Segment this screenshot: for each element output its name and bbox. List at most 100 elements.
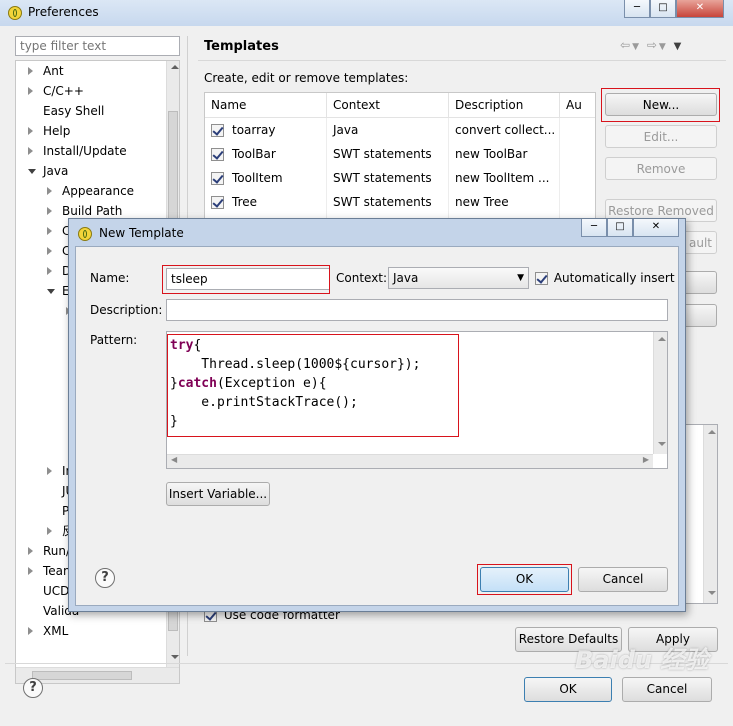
table-row[interactable]: ToolItem SWT statements new ToolItem ... [205, 166, 595, 190]
insert-variable-button[interactable]: Insert Variable... [166, 482, 270, 506]
pattern-vscrollbar[interactable] [653, 332, 667, 454]
preview-scroll-down[interactable] [708, 591, 716, 595]
row-context: SWT statements [326, 190, 449, 214]
row-enabled-checkbox[interactable] [211, 148, 224, 161]
preferences-ok-button[interactable]: OK [524, 677, 612, 702]
expand-closed-icon[interactable] [47, 187, 52, 195]
dialog-help-icon[interactable]: ? [95, 568, 115, 588]
forward-menu-icon[interactable]: ▼ [659, 42, 668, 52]
context-label: Context: [336, 271, 388, 285]
expand-closed-icon[interactable] [47, 247, 52, 255]
expand-closed-icon[interactable] [28, 87, 33, 95]
preferences-titlebar: Preferences ─ □ ✕ [0, 0, 733, 26]
new-template-dialog: New Template ─ □ ✕ Name: tsleep Context:… [68, 218, 686, 612]
table-row[interactable]: toarray Java convert collect... [205, 117, 595, 142]
row-name: Tree [232, 195, 258, 209]
expand-closed-icon[interactable] [47, 267, 52, 275]
preview-scrollbar[interactable] [703, 425, 717, 603]
context-select[interactable]: Java ▼ [388, 267, 529, 289]
new-button-highlight [601, 88, 720, 122]
tree-item[interactable]: C/C++ [16, 81, 166, 101]
pattern-scroll-up[interactable] [658, 337, 666, 341]
templates-table: Name Context Description Au toarray Java c… [204, 92, 596, 232]
scroll-up-arrow[interactable] [171, 65, 179, 69]
tree-item[interactable]: Appearance [16, 181, 166, 201]
expand-closed-icon[interactable] [28, 67, 33, 75]
expand-closed-icon[interactable] [47, 227, 52, 235]
row-enabled-checkbox[interactable] [211, 124, 224, 137]
dialog-minimize-button[interactable]: ─ [581, 219, 607, 237]
row-auto [559, 142, 595, 166]
dialog-title: New Template [99, 226, 184, 240]
expand-closed-icon[interactable] [47, 467, 52, 475]
page-title: Templates [204, 39, 279, 54]
help-icon[interactable]: ? [23, 678, 43, 698]
tree-item[interactable]: Easy Shell [16, 101, 166, 121]
description-label: Description: [90, 303, 163, 317]
row-enabled-checkbox[interactable] [211, 172, 224, 185]
expand-open-icon[interactable] [47, 289, 55, 294]
row-auto [559, 190, 595, 214]
expand-closed-icon[interactable] [47, 207, 52, 215]
tree-item[interactable]: Install/Update [16, 141, 166, 161]
preferences-cancel-button[interactable]: Cancel [622, 677, 712, 702]
tree-item[interactable]: XML [16, 621, 166, 641]
row-description: convert collect... [448, 117, 560, 142]
remove-template-button[interactable]: Remove [605, 157, 717, 180]
forward-arrow-icon[interactable]: ⇨ [647, 38, 659, 52]
tree-item[interactable]: Help [16, 121, 166, 141]
minimize-button[interactable]: ─ [624, 0, 650, 18]
back-menu-icon[interactable]: ▼ [632, 42, 641, 52]
expand-closed-icon[interactable] [28, 127, 33, 135]
tree-item-label: Appearance [62, 184, 135, 198]
expand-open-icon[interactable] [28, 169, 36, 174]
row-auto [559, 117, 595, 142]
scroll-right-arrow[interactable]: ▶ [643, 455, 649, 464]
table-row[interactable]: ToolBar SWT statements new ToolBar [205, 142, 595, 166]
auto-insert-label: Automatically insert [553, 271, 675, 285]
dialog-cancel-button[interactable]: Cancel [578, 567, 668, 592]
preview-scroll-up[interactable] [708, 430, 716, 434]
column-header-context[interactable]: Context [326, 93, 449, 118]
expand-closed-icon[interactable] [28, 547, 33, 555]
column-header-description[interactable]: Description [448, 93, 560, 118]
row-enabled-checkbox[interactable] [211, 196, 224, 209]
tree-item[interactable]: Ant [16, 61, 166, 81]
title-separator [198, 60, 726, 61]
expand-closed-icon[interactable] [28, 627, 33, 635]
context-value: Java [393, 271, 419, 285]
templates-grid: Name Context Description Au toarray Java c… [205, 93, 595, 231]
maximize-button[interactable]: □ [650, 0, 676, 18]
expand-closed-icon[interactable] [47, 527, 52, 535]
pattern-scroll-down[interactable] [658, 442, 666, 446]
name-field-highlight [162, 265, 330, 294]
table-body: toarray Java convert collect... ToolBar SWT … [205, 117, 595, 231]
ok-button-highlight [477, 564, 572, 595]
dialog-close-button[interactable]: ✕ [633, 219, 679, 237]
table-row[interactable]: Tree SWT statements new Tree [205, 190, 595, 214]
history-nav: ⇦▼ ⇨▼ ▼ [620, 38, 683, 52]
description-field[interactable] [166, 299, 668, 321]
scroll-left-arrow[interactable]: ◀ [171, 455, 177, 464]
column-header-auto[interactable]: Au [559, 93, 595, 118]
dialog-maximize-button[interactable]: □ [607, 219, 633, 237]
column-header-name[interactable]: Name [205, 93, 327, 118]
dialog-client: Name: tsleep Context: Java ▼ Automatical… [75, 246, 679, 606]
row-description: new ToolBar [448, 142, 560, 166]
row-name: ToolBar [232, 147, 276, 161]
back-arrow-icon[interactable]: ⇦ [620, 38, 632, 52]
expand-closed-icon[interactable] [28, 567, 33, 575]
pattern-hscrollbar[interactable]: ◀ ▶ [167, 454, 653, 468]
filter-input[interactable] [15, 36, 180, 56]
auto-insert-option[interactable]: Automatically insert [535, 269, 675, 287]
view-menu-icon[interactable]: ▼ [674, 41, 684, 52]
auto-insert-checkbox[interactable] [535, 272, 548, 285]
edit-template-button[interactable]: Edit... [605, 125, 717, 148]
close-button[interactable]: ✕ [676, 0, 724, 18]
tree-hscroll-thumb[interactable] [32, 671, 132, 680]
tree-item[interactable]: Java [16, 161, 166, 181]
pattern-highlight [167, 334, 459, 437]
row-name-cell: ToolItem [205, 166, 327, 190]
scroll-down-arrow[interactable] [171, 655, 179, 659]
expand-closed-icon[interactable] [28, 147, 33, 155]
